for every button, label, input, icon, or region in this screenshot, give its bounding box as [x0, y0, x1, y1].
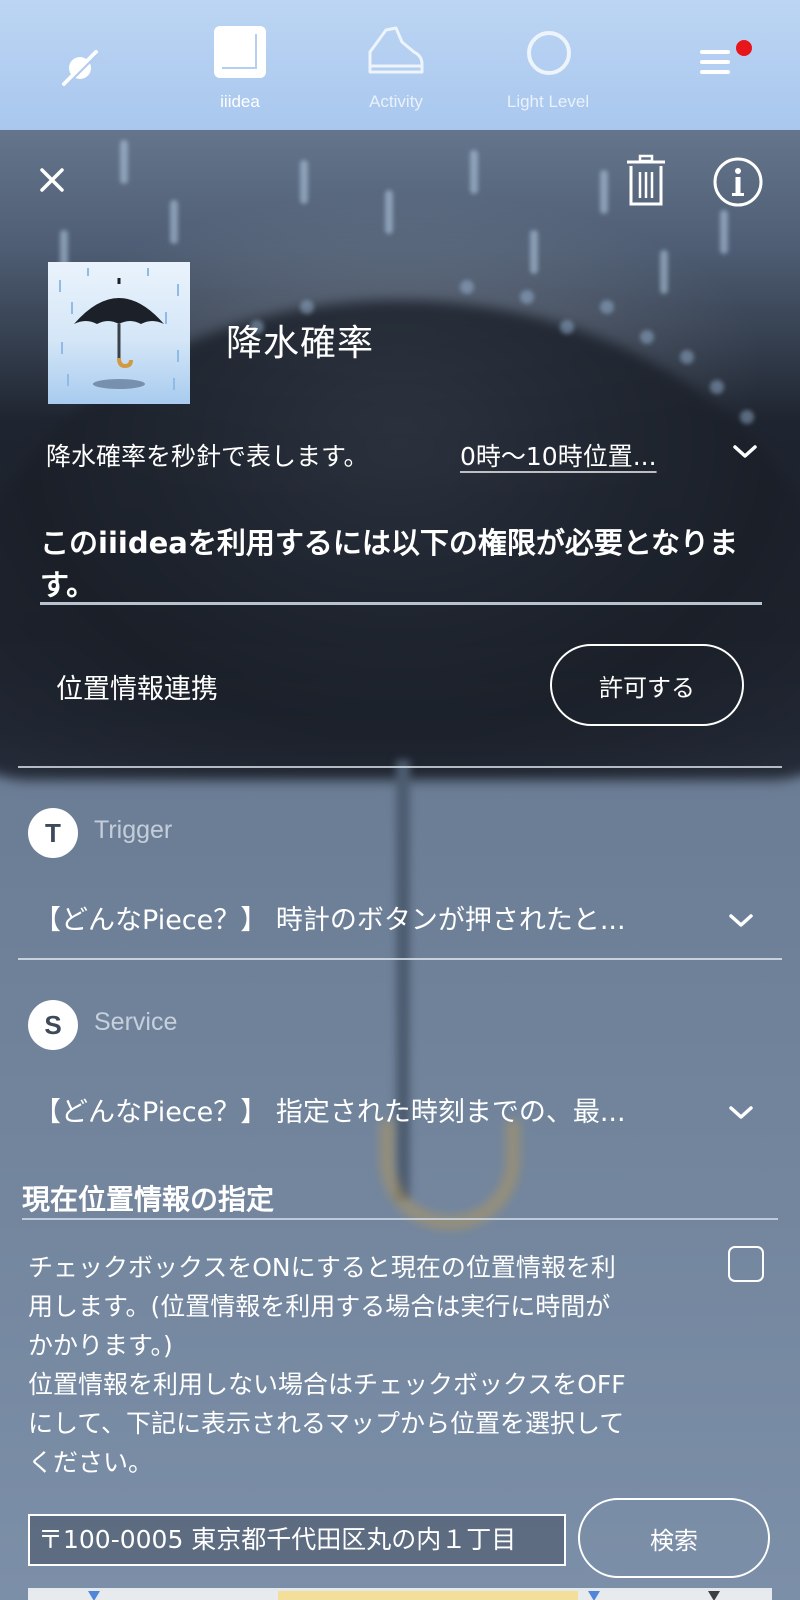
location-description-line: 位置情報を利用しない場合はチェックボックスをOFF	[28, 1370, 626, 1399]
permission-heading: このiiideaを利用するには以下の権限が必要となります。	[40, 526, 738, 602]
tab-activity[interactable]: Activity	[326, 0, 466, 130]
location-description: チェックボックスをONにすると現在の位置情報を利 用します。(位置情報を利用する…	[28, 1248, 718, 1482]
service-badge: S	[28, 1000, 78, 1050]
tab-light-level-label: Light Level	[506, 92, 590, 111]
iiidea-square-icon	[214, 26, 266, 78]
location-description-line: チェックボックスをONにすると現在の位置情報を利	[28, 1253, 616, 1282]
trigger-label: Trigger	[94, 816, 173, 844]
tab-iiidea-label: iiidea	[220, 92, 260, 111]
trigger-piece-text: 【どんなPiece？】 時計のボタンが押されたと...	[34, 905, 626, 936]
trigger-badge: T	[28, 808, 78, 858]
close-icon[interactable]	[30, 158, 74, 202]
top-tab-bar: iiidea Activity Light Level	[0, 0, 800, 130]
section-divider	[18, 958, 782, 960]
shoe-icon	[368, 26, 424, 74]
no-watch-icon	[62, 50, 99, 87]
tab-light-level[interactable]: Light Level	[478, 0, 618, 130]
address-input[interactable]: 〒100-0005 東京都千代田区丸の内１丁目	[28, 1514, 566, 1566]
location-section-title: 現在位置情報の指定	[22, 1183, 275, 1216]
trigger-piece-row[interactable]: 【どんなPiece？】 時計のボタンが押されたと...	[34, 898, 774, 942]
location-description-line: にして、下記に表示されるマップから位置を選択して	[28, 1409, 625, 1438]
service-piece-text: 【どんなPiece？】 指定された時刻までの、最...	[34, 1097, 626, 1128]
chevron-down-icon[interactable]	[728, 912, 754, 930]
allow-button[interactable]: 許可する	[550, 644, 744, 726]
iiidea-title: 降水確率	[226, 323, 375, 364]
tab-watch[interactable]	[10, 0, 150, 130]
tab-iiidea[interactable]: iiidea	[170, 0, 310, 130]
location-divider	[22, 1218, 778, 1220]
search-button[interactable]: 検索	[578, 1498, 770, 1578]
description-row[interactable]: 降水確率を秒針で表します。 0時〜10時位置...	[46, 437, 766, 487]
location-description-line: ください。	[28, 1448, 154, 1477]
chevron-down-icon[interactable]	[732, 443, 758, 461]
permission-item-label: 位置情報連携	[56, 674, 218, 705]
section-divider	[18, 766, 782, 768]
trash-icon[interactable]	[624, 152, 668, 208]
description-detail-text: 0時〜10時位置...	[460, 442, 657, 471]
service-piece-row[interactable]: 【どんなPiece？】 指定された時刻までの、最...	[34, 1090, 774, 1134]
circle-icon	[527, 31, 571, 75]
description-text: 降水確率を秒針で表します。	[46, 442, 369, 471]
map-view[interactable]	[28, 1588, 772, 1600]
location-description-line: かかります。)	[28, 1331, 173, 1360]
location-description-line: 用します。(位置情報を利用する場合は実行に時間が	[28, 1292, 611, 1321]
service-label: Service	[94, 1008, 178, 1036]
current-location-checkbox[interactable]	[728, 1246, 764, 1282]
menu-button[interactable]	[650, 0, 790, 130]
info-icon[interactable]	[712, 156, 764, 208]
permission-divider	[40, 602, 762, 605]
tab-activity-label: Activity	[369, 92, 423, 111]
notification-dot	[736, 40, 752, 56]
chevron-down-icon[interactable]	[728, 1104, 754, 1122]
umbrella-rain-icon	[48, 262, 190, 404]
